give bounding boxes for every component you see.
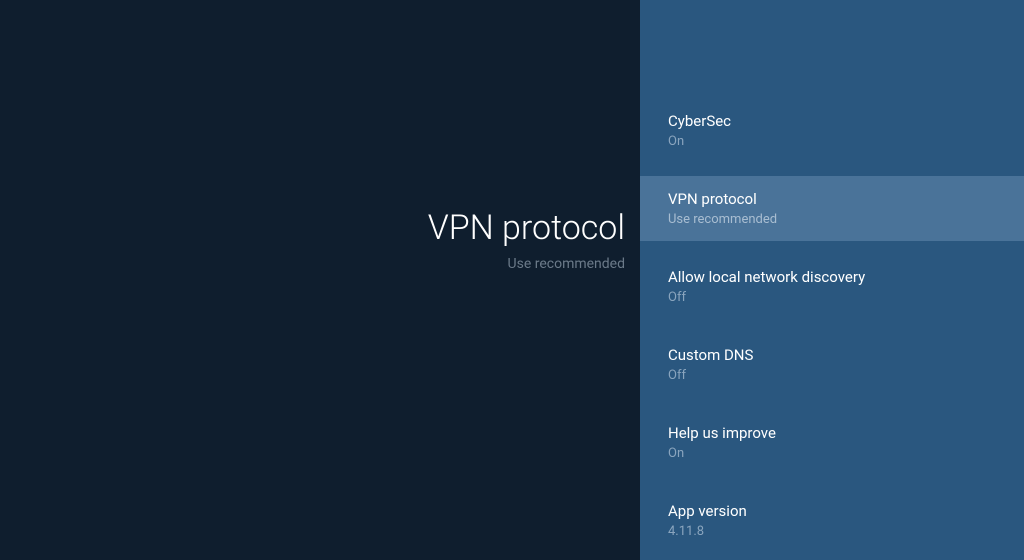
detail-panel: VPN protocol Use recommended (0, 0, 640, 560)
menu-item-value: On (668, 134, 996, 149)
menu-item-app-version[interactable]: App version 4.11.8 (640, 488, 1024, 553)
detail-title: VPN protocol (428, 208, 625, 248)
detail-subtitle: Use recommended (508, 256, 625, 272)
menu-item-title: CyberSec (668, 112, 996, 130)
menu-item-title: Allow local network discovery (668, 268, 996, 286)
menu-item-value: Off (668, 290, 996, 305)
menu-item-custom-dns[interactable]: Custom DNS Off (640, 332, 1024, 397)
menu-item-cybersec[interactable]: CyberSec On (640, 98, 1024, 163)
menu-item-value: On (668, 446, 996, 461)
menu-item-value: Off (668, 368, 996, 383)
menu-item-local-network[interactable]: Allow local network discovery Off (640, 254, 1024, 319)
menu-item-help-improve[interactable]: Help us improve On (640, 410, 1024, 475)
menu-item-value: Use recommended (668, 212, 996, 227)
menu-item-vpn-protocol[interactable]: VPN protocol Use recommended (640, 176, 1024, 241)
menu-item-value: 4.11.8 (668, 524, 996, 539)
menu-item-title: Help us improve (668, 424, 996, 442)
menu-item-title: App version (668, 502, 996, 520)
menu-item-title: VPN protocol (668, 190, 996, 208)
menu-item-title: Custom DNS (668, 346, 996, 364)
settings-menu: CyberSec On VPN protocol Use recommended… (640, 0, 1024, 560)
